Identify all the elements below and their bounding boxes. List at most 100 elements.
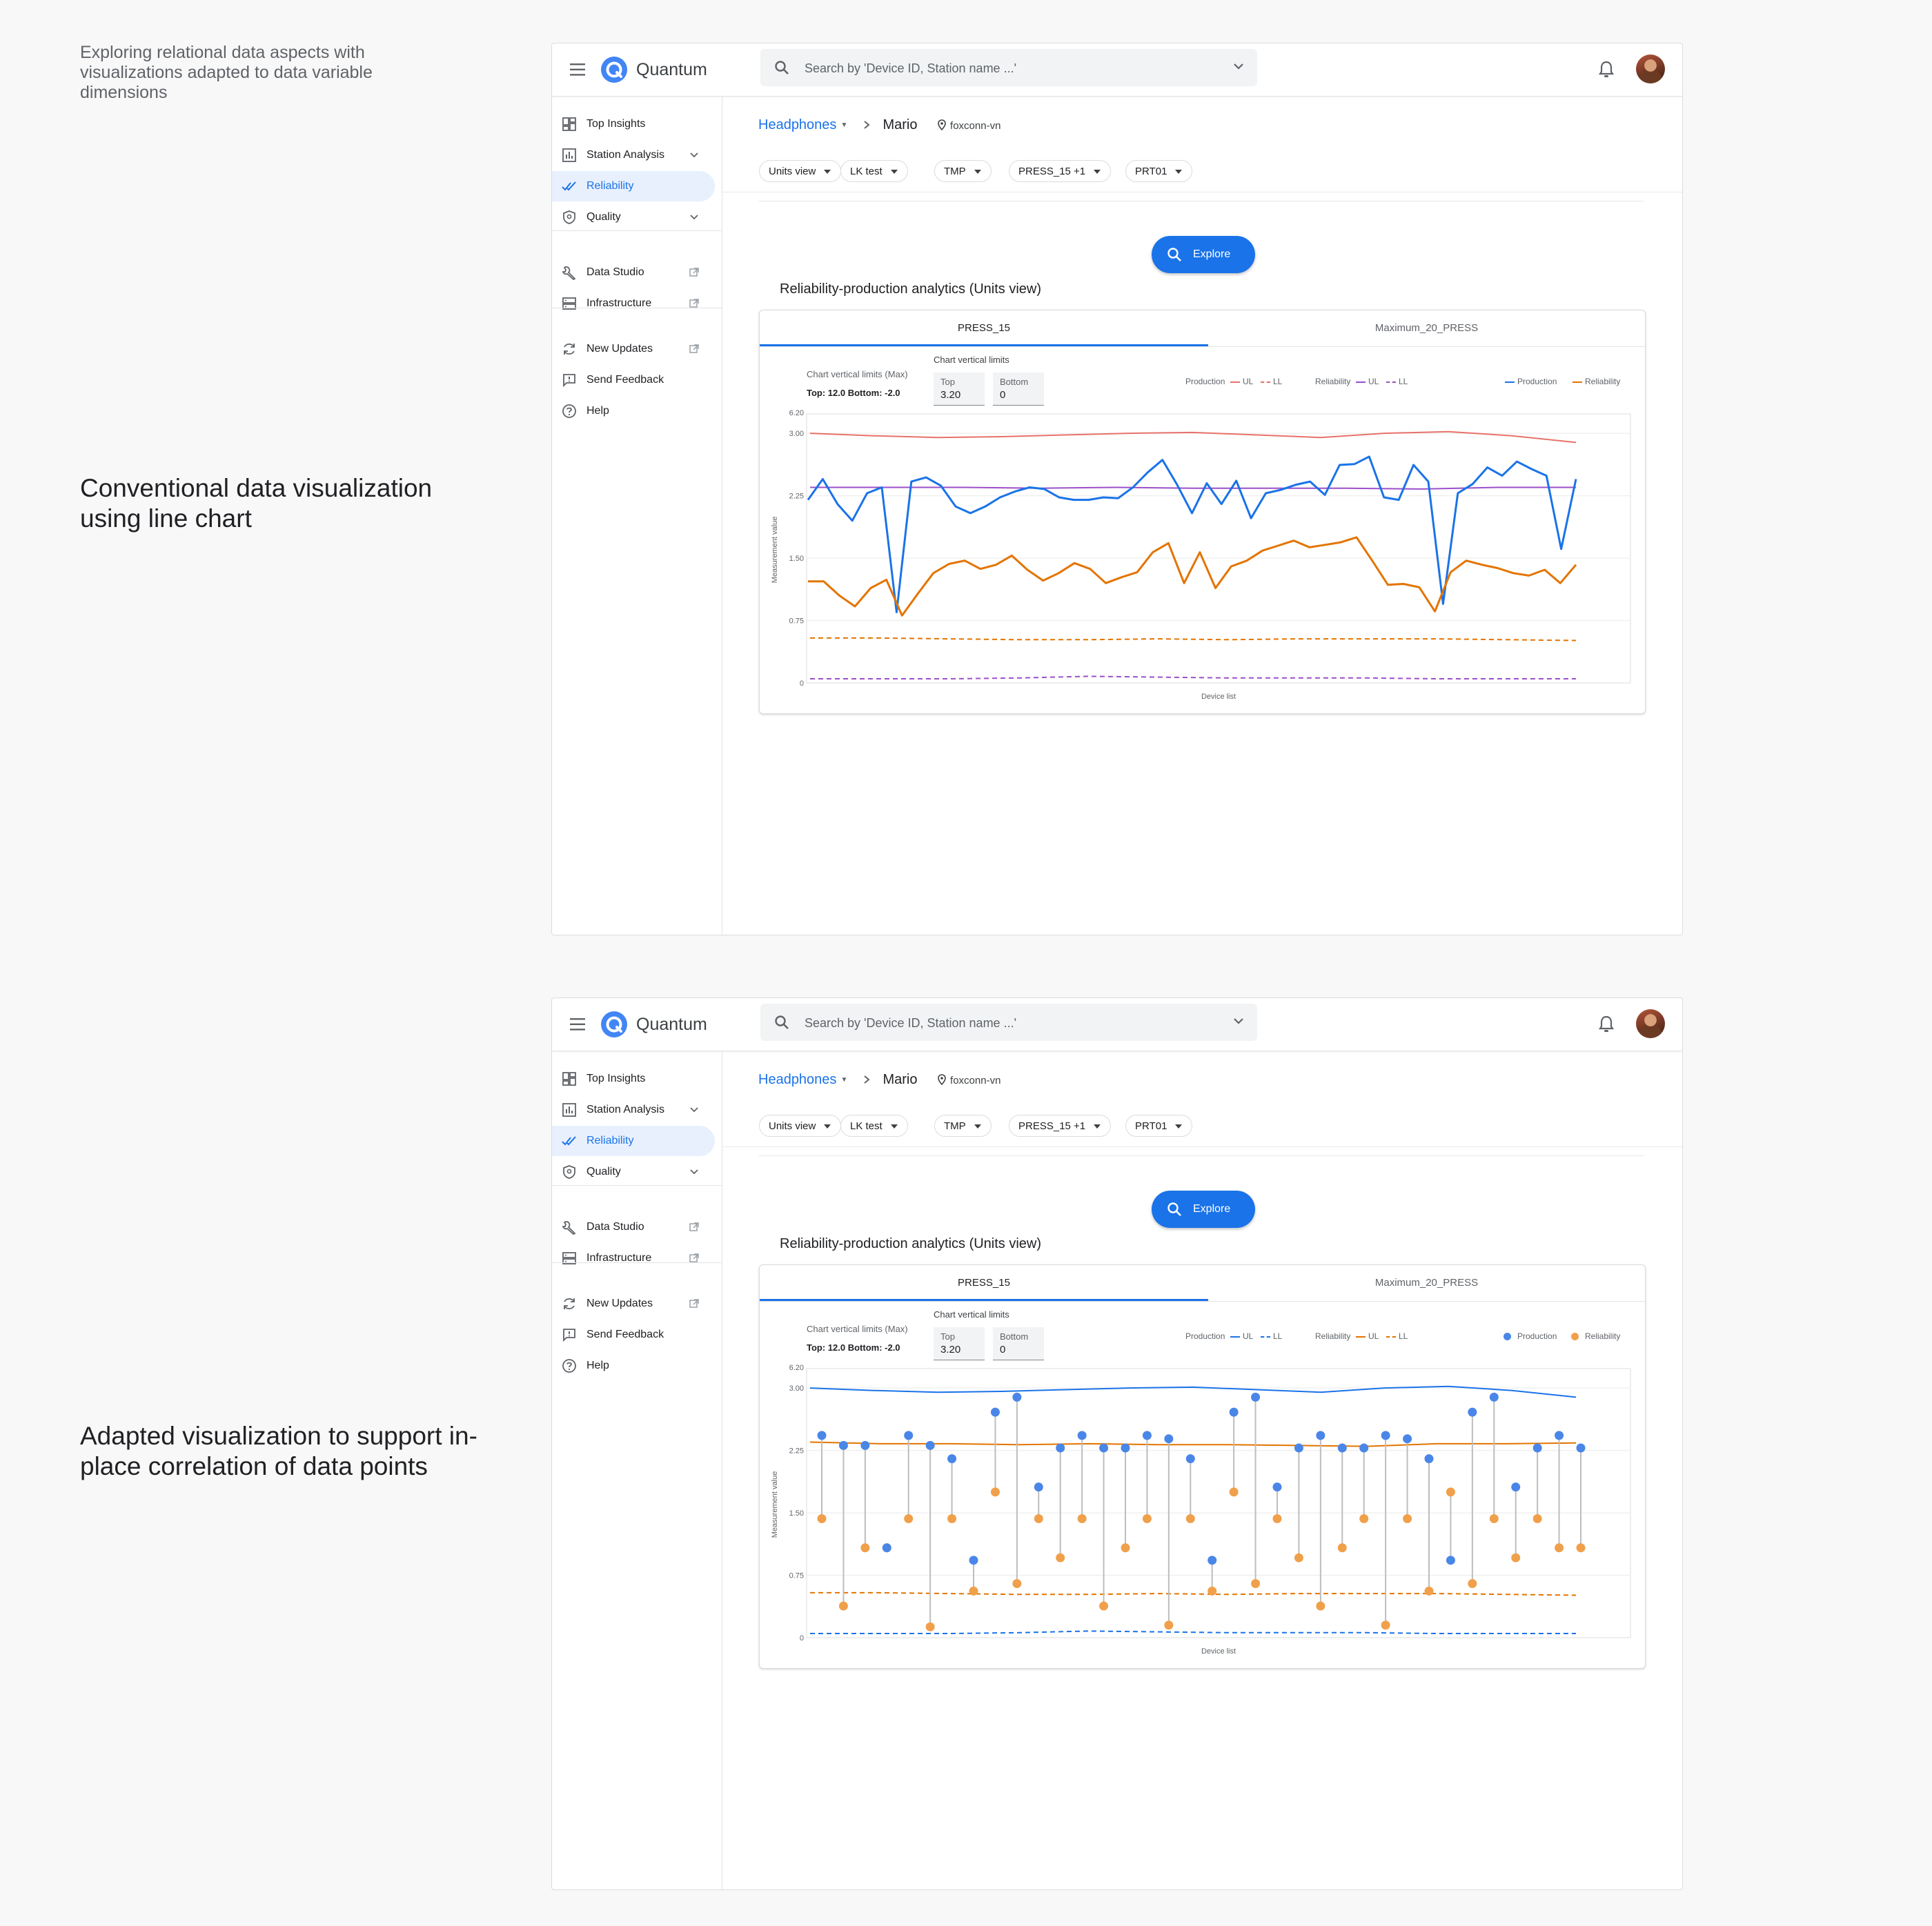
- reliability-point[interactable]: [1316, 1601, 1325, 1611]
- production-point[interactable]: [1251, 1392, 1261, 1402]
- search-bar[interactable]: [760, 49, 1257, 86]
- reliability-point[interactable]: [1489, 1514, 1499, 1524]
- reliability-point[interactable]: [925, 1622, 935, 1631]
- sidebar-item-station-analysis[interactable]: Station Analysis: [552, 1095, 715, 1125]
- open-in-new-icon[interactable]: [689, 268, 700, 277]
- reliability-point[interactable]: [1337, 1543, 1347, 1553]
- sidebar-item-data-studio[interactable]: Data Studio: [552, 1212, 715, 1242]
- breadcrumb-product[interactable]: Headphones: [758, 1072, 836, 1087]
- reliability-point[interactable]: [1251, 1579, 1261, 1589]
- production-point[interactable]: [882, 1543, 891, 1553]
- chevron-down-icon[interactable]: [689, 212, 700, 222]
- production-point[interactable]: [1446, 1556, 1455, 1565]
- sidebar-item-reliability[interactable]: Reliability: [552, 171, 715, 201]
- production-point[interactable]: [1185, 1454, 1195, 1464]
- reliability-point[interactable]: [1229, 1487, 1239, 1497]
- reliability-point[interactable]: [1272, 1514, 1282, 1524]
- explore-button[interactable]: Explore: [1152, 236, 1255, 273]
- sidebar-item-send-feedback[interactable]: Send Feedback: [552, 1320, 715, 1350]
- chevron-down-icon[interactable]: [689, 1167, 700, 1177]
- reliability-point[interactable]: [1446, 1487, 1455, 1497]
- sidebar-item-quality[interactable]: Quality: [552, 202, 715, 232]
- filter-chip-units-view[interactable]: Units view: [759, 160, 842, 182]
- filter-chip-lk-test[interactable]: LK test: [840, 1115, 908, 1137]
- sidebar-item-quality[interactable]: Quality: [552, 1157, 715, 1187]
- reliability-point[interactable]: [990, 1487, 1000, 1497]
- production-point[interactable]: [1511, 1482, 1521, 1492]
- production-point[interactable]: [925, 1440, 935, 1450]
- caret-down-icon[interactable]: ▼: [840, 121, 847, 129]
- production-point[interactable]: [1403, 1434, 1412, 1444]
- reliability-point[interactable]: [904, 1514, 914, 1524]
- filter-chip-prt01[interactable]: PRT01: [1125, 1115, 1193, 1137]
- sidebar-item-top-insights[interactable]: Top Insights: [552, 109, 715, 139]
- reliability-point[interactable]: [1034, 1514, 1043, 1524]
- production-point[interactable]: [1034, 1482, 1043, 1492]
- reliability-point[interactable]: [1576, 1543, 1586, 1553]
- production-point[interactable]: [1164, 1434, 1174, 1444]
- reliability-point[interactable]: [1012, 1579, 1022, 1589]
- sidebar-item-help[interactable]: Help: [552, 1351, 715, 1381]
- production-point[interactable]: [1359, 1443, 1369, 1453]
- explore-button[interactable]: Explore: [1152, 1191, 1255, 1228]
- notifications-bell-icon[interactable]: [1598, 1015, 1615, 1034]
- production-point[interactable]: [1576, 1443, 1586, 1453]
- filter-chip-press-15-1[interactable]: PRESS_15 +1: [1009, 160, 1112, 182]
- production-point[interactable]: [1272, 1482, 1282, 1492]
- production-point[interactable]: [817, 1431, 827, 1440]
- filter-chip-units-view[interactable]: Units view: [759, 1115, 842, 1137]
- menu-icon[interactable]: [570, 1017, 588, 1031]
- search-bar[interactable]: [760, 1004, 1257, 1041]
- breadcrumb-product[interactable]: Headphones: [758, 117, 836, 132]
- production-point[interactable]: [1294, 1443, 1303, 1453]
- production-point[interactable]: [1056, 1443, 1065, 1453]
- user-avatar[interactable]: [1636, 54, 1665, 83]
- reliability-point[interactable]: [1532, 1514, 1542, 1524]
- sidebar-item-new-updates[interactable]: New Updates: [552, 1289, 715, 1319]
- reliability-point[interactable]: [1142, 1514, 1152, 1524]
- open-in-new-icon[interactable]: [689, 1299, 700, 1309]
- production-point[interactable]: [969, 1556, 978, 1565]
- reliability-point[interactable]: [1359, 1514, 1369, 1524]
- reliability-point[interactable]: [969, 1586, 978, 1596]
- search-input[interactable]: [803, 1013, 1206, 1033]
- production-point[interactable]: [1208, 1556, 1217, 1565]
- production-point[interactable]: [904, 1431, 914, 1440]
- reliability-point[interactable]: [1208, 1586, 1217, 1596]
- production-point[interactable]: [1077, 1431, 1087, 1440]
- reliability-point[interactable]: [1121, 1543, 1130, 1553]
- sidebar-item-new-updates[interactable]: New Updates: [552, 334, 715, 364]
- production-point[interactable]: [1121, 1443, 1130, 1453]
- chevron-down-icon[interactable]: [1232, 62, 1245, 72]
- production-point[interactable]: [1468, 1407, 1477, 1417]
- reliability-point[interactable]: [1077, 1514, 1087, 1524]
- filter-chip-tmp[interactable]: TMP: [934, 1115, 992, 1137]
- production-point[interactable]: [1337, 1443, 1347, 1453]
- menu-icon[interactable]: [570, 63, 588, 77]
- reliability-point[interactable]: [1185, 1514, 1195, 1524]
- reliability-point[interactable]: [1403, 1514, 1412, 1524]
- open-in-new-icon[interactable]: [689, 344, 700, 354]
- production-point[interactable]: [1489, 1392, 1499, 1402]
- reliability-point[interactable]: [1294, 1553, 1303, 1562]
- chevron-down-icon[interactable]: [689, 1105, 700, 1115]
- user-avatar[interactable]: [1636, 1009, 1665, 1038]
- reliability-point[interactable]: [860, 1543, 870, 1553]
- reliability-point[interactable]: [1555, 1543, 1564, 1553]
- open-in-new-icon[interactable]: [689, 1253, 700, 1263]
- reliability-point[interactable]: [1511, 1553, 1521, 1562]
- sidebar-item-data-studio[interactable]: Data Studio: [552, 257, 715, 288]
- sidebar-item-infrastructure[interactable]: Infrastructure: [552, 1243, 715, 1273]
- production-point[interactable]: [1555, 1431, 1564, 1440]
- reliability-point[interactable]: [817, 1514, 827, 1524]
- filter-chip-press-15-1[interactable]: PRESS_15 +1: [1009, 1115, 1112, 1137]
- reliability-point[interactable]: [1099, 1601, 1109, 1611]
- production-point[interactable]: [990, 1407, 1000, 1417]
- open-in-new-icon[interactable]: [689, 299, 700, 308]
- production-point[interactable]: [1142, 1431, 1152, 1440]
- production-point[interactable]: [1316, 1431, 1325, 1440]
- filter-chip-prt01[interactable]: PRT01: [1125, 160, 1193, 182]
- filter-chip-tmp[interactable]: TMP: [934, 160, 992, 182]
- production-point[interactable]: [1099, 1443, 1109, 1453]
- caret-down-icon[interactable]: ▼: [840, 1076, 847, 1084]
